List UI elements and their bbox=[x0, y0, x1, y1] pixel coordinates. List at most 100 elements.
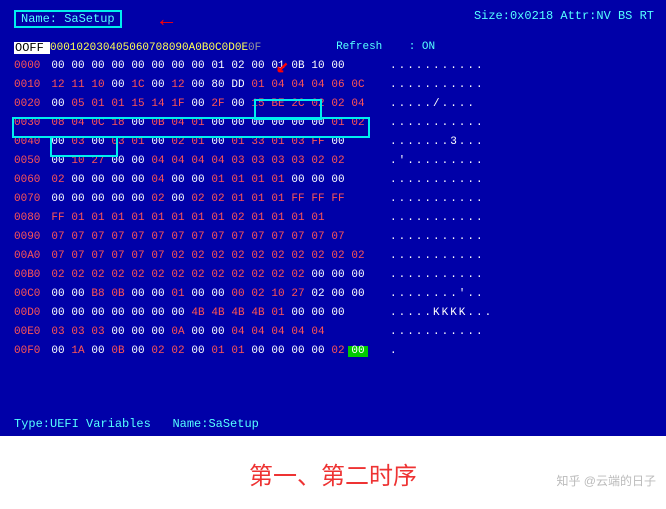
hex-byte[interactable]: 02 bbox=[348, 251, 368, 262]
hex-byte[interactable]: 02 bbox=[188, 270, 208, 281]
hex-byte[interactable]: 01 bbox=[268, 308, 288, 319]
hex-byte[interactable]: 06 bbox=[328, 80, 348, 91]
hex-byte[interactable]: 02 bbox=[228, 213, 248, 224]
hex-byte[interactable]: 10 bbox=[68, 156, 88, 167]
hex-byte[interactable]: 02 bbox=[228, 251, 248, 262]
hex-byte[interactable]: 0C bbox=[88, 118, 108, 129]
hex-byte[interactable]: 00 bbox=[48, 289, 68, 300]
hex-byte[interactable]: 00 bbox=[328, 61, 348, 72]
hex-byte[interactable]: 02 bbox=[208, 251, 228, 262]
hex-byte[interactable]: 00 bbox=[148, 289, 168, 300]
hex-byte[interactable]: 00 bbox=[248, 118, 268, 129]
hex-byte[interactable]: 07 bbox=[268, 232, 288, 243]
hex-byte[interactable]: 00 bbox=[168, 194, 188, 205]
hex-byte[interactable]: 00 bbox=[88, 61, 108, 72]
hex-byte[interactable]: 00 bbox=[148, 308, 168, 319]
hex-byte[interactable]: 03 bbox=[268, 156, 288, 167]
hex-byte[interactable]: 04 bbox=[288, 80, 308, 91]
hex-byte[interactable]: 02 bbox=[308, 99, 328, 110]
hex-byte[interactable]: 00 bbox=[128, 61, 148, 72]
hex-byte[interactable]: 00 bbox=[48, 137, 68, 148]
hex-byte[interactable]: 00 bbox=[48, 346, 68, 357]
hex-byte[interactable]: 07 bbox=[248, 232, 268, 243]
hex-byte[interactable]: 07 bbox=[188, 232, 208, 243]
hex-byte[interactable]: 02 bbox=[248, 270, 268, 281]
hex-byte[interactable]: 04 bbox=[288, 327, 308, 338]
hex-byte[interactable]: 00 bbox=[48, 308, 68, 319]
hex-byte[interactable]: 02 bbox=[148, 346, 168, 357]
hex-byte[interactable]: 01 bbox=[208, 175, 228, 186]
hex-byte[interactable]: 02 bbox=[268, 270, 288, 281]
hex-byte[interactable]: 07 bbox=[88, 232, 108, 243]
hex-byte[interactable]: 02 bbox=[168, 346, 188, 357]
hex-byte[interactable]: FF bbox=[328, 194, 348, 205]
hex-byte[interactable]: 00 bbox=[308, 346, 328, 357]
hex-byte[interactable]: 10 bbox=[308, 61, 328, 72]
hex-byte[interactable]: 00 bbox=[188, 99, 208, 110]
hex-byte[interactable]: 27 bbox=[288, 289, 308, 300]
hex-byte[interactable]: 02 bbox=[228, 270, 248, 281]
hex-byte[interactable]: 07 bbox=[108, 232, 128, 243]
hex-byte[interactable]: 0B bbox=[108, 289, 128, 300]
hex-byte[interactable]: 0C bbox=[348, 80, 368, 91]
hex-byte[interactable]: FF bbox=[288, 194, 308, 205]
hex-byte[interactable]: 00 bbox=[88, 346, 108, 357]
hex-byte[interactable]: 02 bbox=[248, 251, 268, 262]
hex-byte[interactable]: 4B bbox=[248, 308, 268, 319]
hex-byte[interactable]: 00 bbox=[188, 80, 208, 91]
hex-byte[interactable]: 02 bbox=[88, 270, 108, 281]
hex-byte[interactable]: 07 bbox=[128, 232, 148, 243]
hex-byte[interactable]: 80 bbox=[208, 80, 228, 91]
hex-byte[interactable]: FF bbox=[48, 213, 68, 224]
hex-byte[interactable]: 00 bbox=[248, 61, 268, 72]
hex-byte[interactable]: 00 bbox=[288, 346, 308, 357]
hex-byte[interactable]: 10 bbox=[88, 80, 108, 91]
hex-byte[interactable]: 04 bbox=[308, 80, 328, 91]
hex-byte[interactable]: 00 bbox=[288, 175, 308, 186]
hex-byte[interactable]: 01 bbox=[188, 118, 208, 129]
hex-byte[interactable]: 03 bbox=[108, 137, 128, 148]
hex-byte[interactable]: 01 bbox=[228, 346, 248, 357]
hex-byte[interactable]: 00 bbox=[188, 289, 208, 300]
hex-byte[interactable]: 01 bbox=[248, 175, 268, 186]
hex-byte[interactable]: 03 bbox=[288, 156, 308, 167]
hex-byte[interactable]: 0B bbox=[288, 61, 308, 72]
hex-byte[interactable]: 00 bbox=[168, 61, 188, 72]
hex-byte[interactable]: 00 bbox=[48, 194, 68, 205]
hex-byte[interactable]: 01 bbox=[228, 175, 248, 186]
hex-byte[interactable]: 00 bbox=[108, 61, 128, 72]
hex-byte[interactable]: 07 bbox=[208, 232, 228, 243]
hex-byte[interactable]: 00 bbox=[288, 308, 308, 319]
hex-byte[interactable]: 01 bbox=[268, 213, 288, 224]
hex-byte[interactable]: 01 bbox=[128, 137, 148, 148]
hex-byte[interactable]: 00 bbox=[288, 118, 308, 129]
hex-byte[interactable]: 01 bbox=[248, 194, 268, 205]
hex-byte[interactable]: 03 bbox=[48, 327, 68, 338]
hex-byte[interactable]: 01 bbox=[268, 137, 288, 148]
hex-byte[interactable]: 00 bbox=[308, 270, 328, 281]
hex-byte[interactable]: FF bbox=[308, 137, 328, 148]
hex-byte[interactable]: 01 bbox=[108, 99, 128, 110]
hex-byte[interactable]: 11 bbox=[68, 80, 88, 91]
hex-byte[interactable]: 07 bbox=[88, 251, 108, 262]
hex-byte[interactable]: 01 bbox=[228, 137, 248, 148]
hex-byte[interactable]: 01 bbox=[148, 213, 168, 224]
hex-byte[interactable]: 00 bbox=[88, 137, 108, 148]
hex-byte[interactable]: 00 bbox=[168, 175, 188, 186]
hex-byte[interactable]: 00 bbox=[128, 156, 148, 167]
hex-byte[interactable]: 00 bbox=[108, 175, 128, 186]
hex-byte[interactable]: 18 bbox=[108, 118, 128, 129]
hex-byte[interactable]: 02 bbox=[208, 194, 228, 205]
hex-byte[interactable]: 01 bbox=[188, 137, 208, 148]
hex-byte[interactable]: 12 bbox=[48, 80, 68, 91]
hex-byte[interactable]: 04 bbox=[68, 118, 88, 129]
hex-byte[interactable]: 02 bbox=[48, 175, 68, 186]
hex-byte[interactable]: 15 bbox=[248, 99, 268, 110]
hex-byte[interactable]: 04 bbox=[168, 156, 188, 167]
hex-byte[interactable]: 01 bbox=[208, 346, 228, 357]
hex-byte[interactable]: 01 bbox=[128, 213, 148, 224]
hex-byte[interactable]: 00 bbox=[328, 289, 348, 300]
hex-byte[interactable]: 4B bbox=[228, 308, 248, 319]
hex-byte[interactable]: 07 bbox=[48, 251, 68, 262]
hex-byte[interactable]: 02 bbox=[68, 270, 88, 281]
